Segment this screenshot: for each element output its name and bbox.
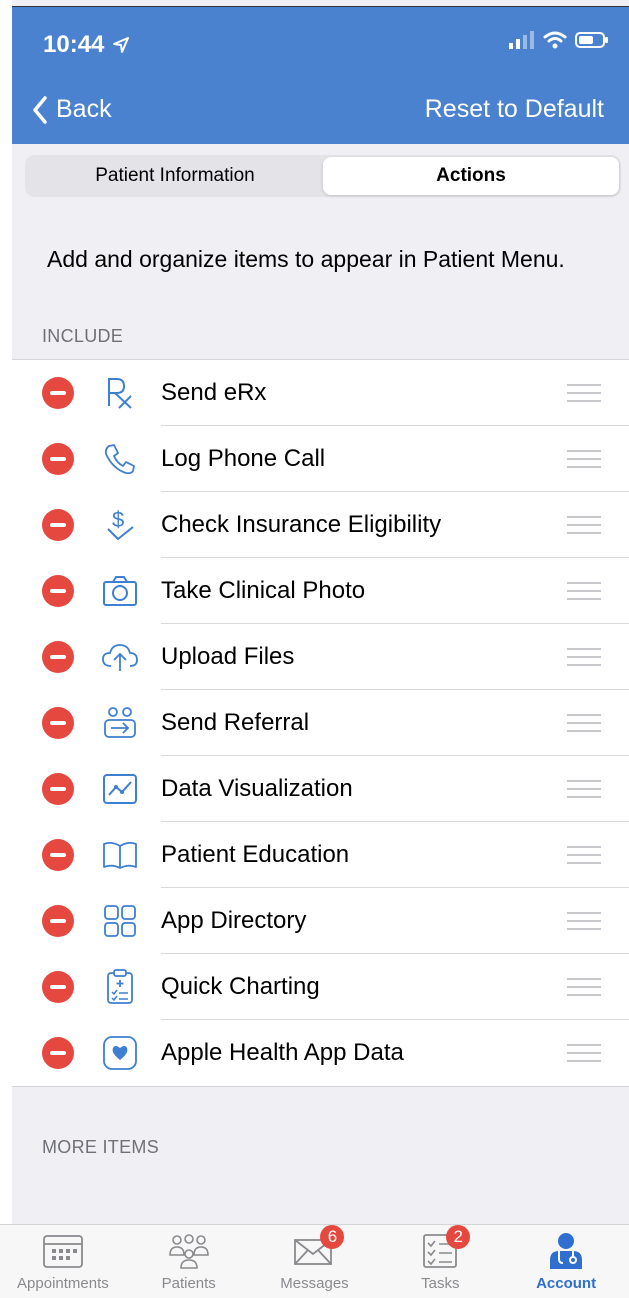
messages-badge: 6 bbox=[320, 1225, 345, 1249]
tab-tasks[interactable]: 2 Tasks bbox=[377, 1225, 503, 1298]
list-item-label: Send Referral bbox=[161, 709, 310, 736]
battery-icon bbox=[575, 32, 608, 48]
back-label: Back bbox=[56, 95, 112, 123]
rx-icon bbox=[100, 373, 140, 413]
remove-button[interactable] bbox=[42, 641, 74, 673]
tab-label: Messages bbox=[280, 1275, 349, 1292]
envelope-icon: 6 bbox=[292, 1225, 345, 1271]
segmented-control: Patient Information Actions bbox=[25, 155, 621, 197]
list-item-upload-files: Upload Files bbox=[12, 624, 629, 690]
drag-handle[interactable] bbox=[567, 912, 601, 930]
tab-messages[interactable]: 6 Messages bbox=[252, 1225, 378, 1298]
chart-icon bbox=[100, 769, 140, 809]
book-icon bbox=[100, 835, 140, 875]
remove-button[interactable] bbox=[42, 1037, 74, 1069]
signal-icon bbox=[509, 31, 534, 49]
drag-handle[interactable] bbox=[567, 648, 601, 666]
list-item-label: Send eRx bbox=[161, 379, 267, 406]
drag-handle[interactable] bbox=[567, 516, 601, 534]
segment-patient-information[interactable]: Patient Information bbox=[27, 157, 323, 195]
remove-button[interactable] bbox=[42, 839, 74, 871]
cloud-upload-icon bbox=[100, 637, 140, 677]
list-item-apple-health-app-data: Apple Health App Data bbox=[12, 1020, 629, 1086]
tab-appointments[interactable]: Appointments bbox=[0, 1225, 126, 1298]
more-items-section-header: MORE ITEMS bbox=[42, 1137, 160, 1157]
list-item-send-erx: Send eRx bbox=[12, 360, 629, 426]
camera-icon bbox=[100, 571, 140, 611]
referral-icon bbox=[100, 703, 140, 743]
list-item-check-insurance-eligibility: $ Check Insurance Eligibility bbox=[12, 492, 629, 558]
patients-icon bbox=[167, 1231, 211, 1271]
remove-button[interactable] bbox=[42, 971, 74, 1003]
tasks-badge: 2 bbox=[446, 1225, 471, 1249]
tab-patients[interactable]: Patients bbox=[126, 1225, 252, 1298]
list-item-patient-education: Patient Education bbox=[12, 822, 629, 888]
remove-button[interactable] bbox=[42, 509, 74, 541]
remove-button[interactable] bbox=[42, 575, 74, 607]
remove-button[interactable] bbox=[42, 377, 74, 409]
status-indicators bbox=[509, 31, 609, 49]
drag-handle[interactable] bbox=[567, 384, 601, 402]
grid-icon bbox=[100, 901, 140, 941]
back-button[interactable]: Back bbox=[32, 95, 112, 124]
list-item-app-directory: App Directory bbox=[12, 888, 629, 954]
drag-handle[interactable] bbox=[567, 582, 601, 600]
phone-icon bbox=[100, 439, 140, 479]
tab-account[interactable]: Account bbox=[503, 1225, 629, 1298]
drag-handle[interactable] bbox=[567, 780, 601, 798]
remove-button[interactable] bbox=[42, 773, 74, 805]
navigation-header: 10:44 Back Reset to Default bbox=[12, 7, 629, 144]
doctor-account-icon bbox=[544, 1231, 588, 1271]
list-item-label: Log Phone Call bbox=[161, 445, 326, 472]
instructions-text: Add and organize items to appear in Pati… bbox=[47, 246, 565, 272]
wifi-icon bbox=[543, 31, 567, 49]
svg-text:$: $ bbox=[112, 507, 124, 532]
chevron-left-icon bbox=[33, 95, 47, 124]
list-item-take-clinical-photo: Take Clinical Photo bbox=[12, 558, 629, 624]
list-item-label: Quick Charting bbox=[161, 973, 320, 1000]
include-list: Send eRx Log Phone Call $ Check Insuranc… bbox=[12, 359, 629, 1087]
status-time-text: 10:44 bbox=[43, 31, 105, 58]
list-item-label: App Directory bbox=[161, 907, 307, 934]
remove-button[interactable] bbox=[42, 443, 74, 475]
list-item-log-phone-call: Log Phone Call bbox=[12, 426, 629, 492]
list-item-label: Upload Files bbox=[161, 643, 295, 670]
remove-button[interactable] bbox=[42, 905, 74, 937]
drag-handle[interactable] bbox=[567, 450, 601, 468]
segment-bar: Patient Information Actions bbox=[12, 144, 629, 210]
list-item-label: Patient Education bbox=[161, 841, 350, 868]
task-list-icon: 2 bbox=[418, 1225, 471, 1271]
segment-actions[interactable]: Actions bbox=[323, 157, 619, 195]
list-item-quick-charting: Quick Charting bbox=[12, 954, 629, 1020]
tab-label: Patients bbox=[161, 1275, 216, 1292]
remove-button[interactable] bbox=[42, 707, 74, 739]
tab-label: Account bbox=[536, 1275, 597, 1292]
tab-label: Appointments bbox=[17, 1275, 109, 1292]
heart-icon bbox=[100, 1033, 140, 1073]
drag-handle[interactable] bbox=[567, 1044, 601, 1062]
include-section-header: INCLUDE bbox=[42, 326, 124, 346]
reset-to-default-button[interactable]: Reset to Default bbox=[425, 95, 604, 124]
clipboard-icon bbox=[100, 967, 140, 1007]
location-arrow-icon bbox=[113, 37, 130, 53]
tab-label: Tasks bbox=[421, 1275, 460, 1292]
list-item-send-referral: Send Referral bbox=[12, 690, 629, 756]
dollar-check-icon: $ bbox=[100, 505, 140, 545]
list-item-data-visualization: Data Visualization bbox=[12, 756, 629, 822]
left-edge bbox=[0, 0, 12, 1224]
tab-bar: Appointments Patients 6 Messages 2 Tasks… bbox=[0, 1224, 629, 1298]
list-item-label: Check Insurance Eligibility bbox=[161, 511, 442, 538]
calendar-icon bbox=[41, 1231, 85, 1271]
list-item-label: Take Clinical Photo bbox=[161, 577, 366, 604]
status-time: 10:44 bbox=[43, 31, 130, 59]
drag-handle[interactable] bbox=[567, 978, 601, 996]
list-item-label: Apple Health App Data bbox=[161, 1039, 404, 1066]
drag-handle[interactable] bbox=[567, 846, 601, 864]
list-item-label: Data Visualization bbox=[161, 775, 353, 802]
drag-handle[interactable] bbox=[567, 714, 601, 732]
